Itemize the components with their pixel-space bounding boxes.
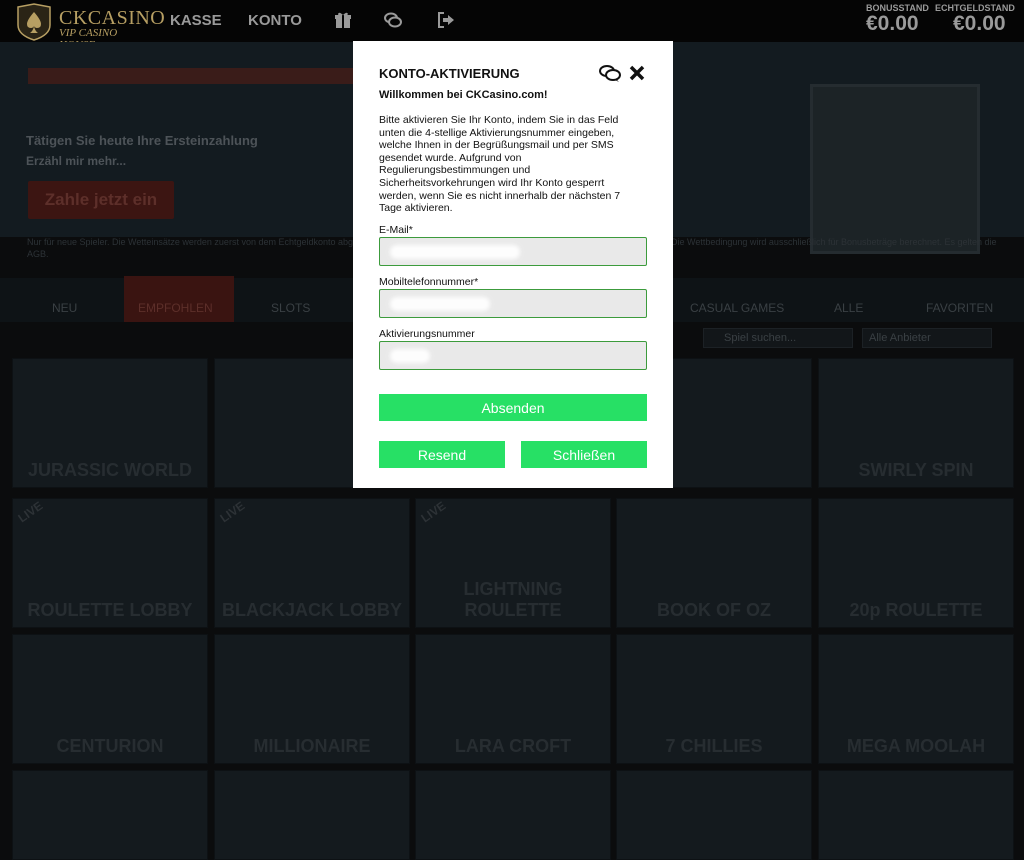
live-chat-icon[interactable] — [599, 64, 621, 82]
welcome-text: Willkommen bei CKCasino.com! — [379, 89, 548, 101]
redacted-value — [390, 349, 430, 363]
email-field[interactable] — [379, 237, 647, 266]
resend-button[interactable]: Resend — [379, 441, 505, 468]
phone-label: Mobiltelefonnummer* — [379, 276, 479, 288]
email-label: E-Mail* — [379, 224, 413, 236]
redacted-value — [390, 245, 520, 259]
account-activation-dialog: KONTO-AKTIVIERUNG Willkommen bei CKCasin… — [353, 41, 673, 488]
activation-instructions: Bitte aktivieren Sie Ihr Konto, indem Si… — [379, 114, 621, 215]
activation-code-field[interactable] — [379, 341, 647, 370]
submit-button[interactable]: Absenden — [379, 394, 647, 421]
dialog-title: KONTO-AKTIVIERUNG — [379, 66, 520, 81]
close-icon[interactable] — [629, 65, 645, 81]
close-button[interactable]: Schließen — [521, 441, 647, 468]
activation-code-label: Aktivierungsnummer — [379, 328, 475, 340]
phone-field[interactable] — [379, 289, 647, 318]
redacted-value — [390, 297, 490, 311]
